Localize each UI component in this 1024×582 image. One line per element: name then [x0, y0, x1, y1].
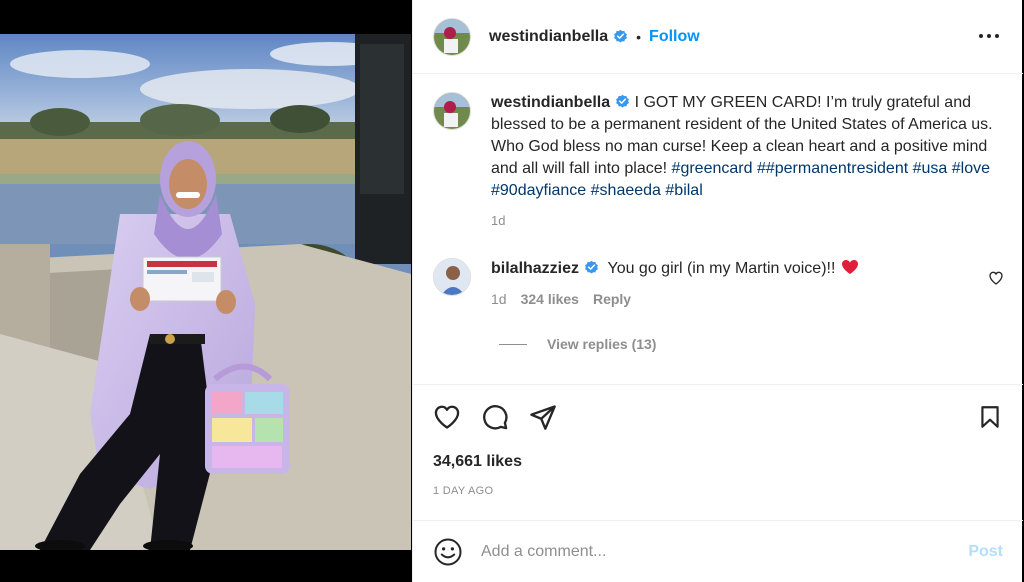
comment-item: bilalhazziez You go girl (in my Martin v…	[433, 258, 1023, 310]
action-icons	[433, 403, 557, 431]
verified-badge-icon	[585, 260, 598, 274]
like-heart-icon[interactable]	[433, 403, 461, 431]
post-likes-count[interactable]: 34,661 likes	[433, 453, 522, 471]
photo-illustration	[0, 34, 411, 550]
hashtag-link[interactable]: #greencard	[672, 160, 753, 177]
hashtag-link[interactable]: #usa	[913, 160, 948, 177]
hashtag-link[interactable]: #love	[952, 160, 990, 177]
verified-badge-icon	[616, 94, 630, 108]
view-replies-line	[499, 343, 527, 345]
post-details-panel: westindianbella • Follow westindianbella…	[412, 0, 1023, 582]
separator-dot: •	[636, 28, 642, 45]
follow-button[interactable]: Follow	[649, 28, 700, 46]
hashtag-link[interactable]: #shaeeda	[591, 182, 661, 199]
comment-meta: 1d 324 likes Reply	[491, 288, 1011, 310]
post-actions-section: 34,661 likes 1 DAY AGO	[413, 384, 1023, 521]
app-window: westindianbella • Follow westindianbella…	[0, 0, 1024, 582]
comment-bubble-icon[interactable]	[481, 403, 509, 431]
comment-reply-button[interactable]: Reply	[593, 288, 631, 310]
caption-timestamp[interactable]: 1d	[491, 210, 996, 232]
add-comment-bar: Post	[413, 522, 1023, 582]
hashtag-link[interactable]: #bilal	[665, 182, 702, 199]
comment-likes[interactable]: 324 likes	[521, 288, 579, 310]
verified-badge-icon	[614, 29, 628, 43]
more-horizontal-icon[interactable]	[977, 26, 1001, 46]
view-replies-button[interactable]: View replies (13)	[499, 336, 656, 352]
bookmark-icon	[981, 406, 999, 428]
post-header: westindianbella • Follow	[413, 0, 1023, 74]
view-replies-label: View replies (13)	[547, 336, 657, 352]
commenter-avatar[interactable]	[433, 258, 471, 296]
share-send-icon[interactable]	[529, 403, 557, 431]
author-avatar[interactable]	[433, 17, 471, 56]
hashtag-link[interactable]: ##permanentresident	[757, 160, 908, 177]
comment-timestamp[interactable]: 1d	[491, 288, 507, 310]
caption-username[interactable]: westindianbella	[491, 94, 610, 111]
comment-input[interactable]	[481, 543, 951, 561]
emoji-smiley-icon[interactable]	[433, 537, 463, 567]
author-username[interactable]: westindianbella	[489, 28, 608, 46]
comment-like-heart-icon[interactable]	[988, 270, 1004, 286]
hashtag-link[interactable]: #90dayfiance	[491, 182, 586, 199]
commenter-username[interactable]: bilalhazziez	[491, 260, 579, 277]
caption-text-block: westindianbella I GOT MY GREEN CARD! I’m…	[491, 92, 996, 232]
post-image[interactable]	[0, 34, 411, 550]
comment-text: You go girl (in my Martin voice)!!	[607, 260, 836, 277]
save-bookmark-button[interactable]	[977, 403, 1003, 431]
post-date[interactable]: 1 DAY AGO	[433, 485, 493, 497]
comment-body: bilalhazziez You go girl (in my Martin v…	[491, 258, 1011, 310]
post-caption: westindianbella I GOT MY GREEN CARD! I’m…	[433, 92, 1008, 232]
red-heart-emoji-icon	[842, 260, 859, 274]
post-comment-button[interactable]: Post	[968, 543, 1003, 561]
caption-author-avatar[interactable]	[433, 92, 471, 130]
